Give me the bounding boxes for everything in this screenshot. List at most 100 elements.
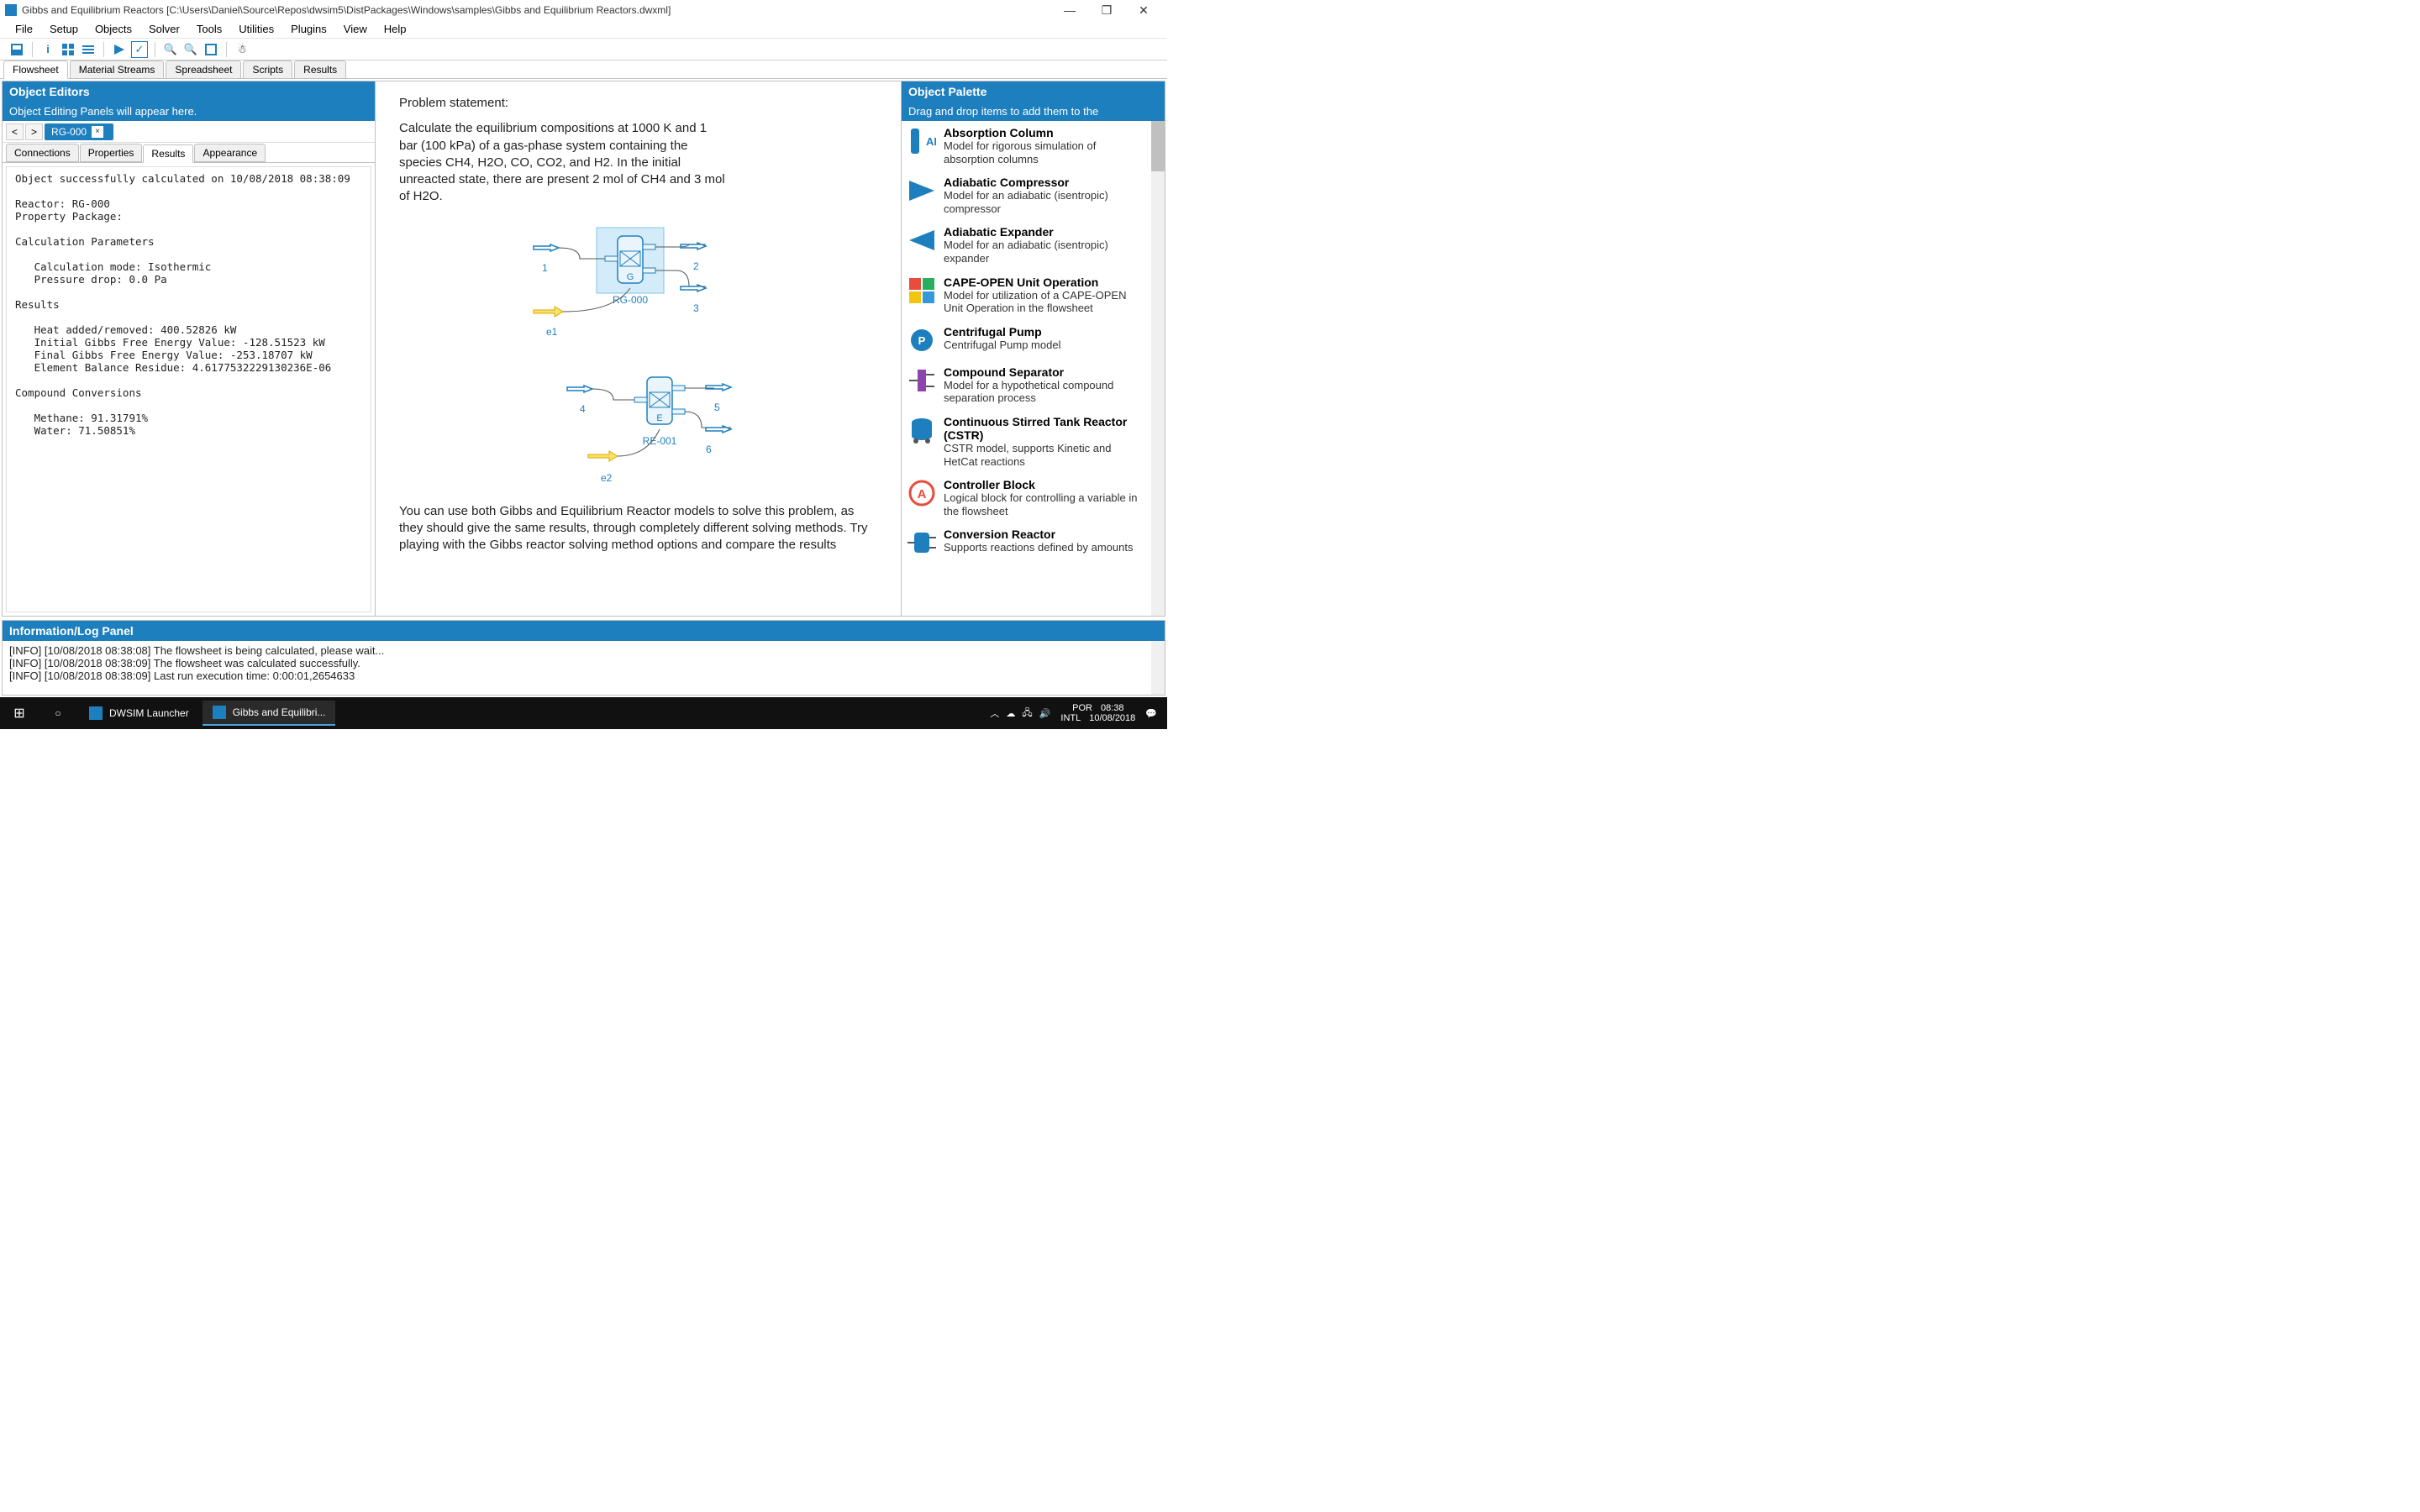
info-icon[interactable]: i: [39, 41, 56, 58]
zoom-in-icon[interactable]: 🔍: [162, 41, 179, 58]
cortana-button[interactable]: ○: [39, 697, 77, 729]
stream-6-arrow[interactable]: [685, 412, 731, 433]
svg-text:P: P: [918, 334, 926, 347]
palette-item-icon: [907, 225, 937, 255]
palette-item[interactable]: Continuous Stirred Tank Reactor (CSTR) C…: [902, 410, 1165, 473]
palette-item-icon: P: [907, 325, 937, 355]
subtab-connections[interactable]: Connections: [6, 144, 79, 162]
tab-material-streams[interactable]: Material Streams: [70, 60, 165, 78]
log-line: [INFO] [10/08/2018 08:38:08] The flowshe…: [9, 644, 1158, 657]
svg-text:E: E: [656, 413, 662, 423]
taskbar-app-gibbs[interactable]: Gibbs and Equilibri...: [203, 701, 336, 726]
play-icon[interactable]: [111, 41, 128, 58]
nav-prev-button[interactable]: <: [6, 123, 24, 140]
tray-lang-clock[interactable]: POR08:38 INTL10/08/2018: [1057, 703, 1139, 723]
svg-text:A: A: [918, 487, 927, 501]
reactor-re001-block[interactable]: E: [634, 377, 685, 424]
menu-file[interactable]: File: [7, 21, 41, 37]
tray-onedrive-icon[interactable]: ☁: [1006, 708, 1015, 719]
object-editors-panel: Object Editors Object Editing Panels wil…: [3, 81, 376, 616]
subtab-results[interactable]: Results: [143, 144, 193, 163]
object-tab-rg000[interactable]: RG-000 ×: [45, 123, 113, 140]
subtab-appearance[interactable]: Appearance: [194, 144, 266, 162]
palette-item-icon: CAPE-OPEN: [907, 276, 937, 306]
palette-item-title: Adiabatic Expander: [944, 225, 1148, 239]
tray-action-center-icon[interactable]: 💬: [1145, 708, 1157, 719]
menu-tools[interactable]: Tools: [188, 21, 230, 37]
log-content[interactable]: [INFO] [10/08/2018 08:38:08] The flowshe…: [3, 641, 1165, 695]
save-icon[interactable]: [8, 41, 25, 58]
object-tab-close-icon[interactable]: ×: [92, 126, 103, 138]
palette-item-icon: [907, 415, 937, 445]
menu-plugins[interactable]: Plugins: [282, 21, 335, 37]
check-icon[interactable]: ✓: [131, 41, 148, 58]
snowman-icon[interactable]: ☃: [234, 41, 250, 58]
menu-help[interactable]: Help: [376, 21, 415, 37]
tab-flowsheet[interactable]: Flowsheet: [3, 60, 68, 79]
palette-item-title: Conversion Reactor: [944, 528, 1148, 541]
palette-item[interactable]: Conversion Reactor Supports reactions de…: [902, 522, 1165, 563]
palette-item[interactable]: CAPE-OPEN CAPE-OPEN Unit Operation Model…: [902, 270, 1165, 320]
tab-spreadsheet[interactable]: Spreadsheet: [166, 60, 241, 78]
subtab-properties[interactable]: Properties: [80, 144, 143, 162]
stream-3-label: 3: [693, 302, 699, 314]
zoom-out-icon[interactable]: 🔍: [182, 41, 199, 58]
menu-objects[interactable]: Objects: [87, 21, 140, 37]
palette-item[interactable]: A Controller Block Logical block for con…: [902, 473, 1165, 522]
palette-item[interactable]: Compound Separator Model for a hypotheti…: [902, 360, 1165, 410]
menu-setup[interactable]: Setup: [41, 21, 87, 37]
reactor-2-name: RE-001: [642, 435, 676, 447]
tab-scripts[interactable]: Scripts: [243, 60, 292, 78]
tab-results[interactable]: Results: [294, 60, 346, 78]
palette-item-desc: Supports reactions defined by amounts: [944, 541, 1148, 554]
palette-item-desc: Model for an adiabatic (isentropic) comp…: [944, 189, 1148, 215]
object-palette-panel: Object Palette Drag and drop items to ad…: [901, 81, 1165, 616]
reactor-diagram-2[interactable]: 4 E RE-001 5: [513, 362, 765, 496]
object-editors-header: Object Editors: [3, 81, 375, 102]
nav-next-button[interactable]: >: [25, 123, 43, 140]
close-button[interactable]: ✕: [1125, 0, 1162, 20]
palette-item[interactable]: AB Absorption Column Model for rigorous …: [902, 121, 1165, 171]
tray-volume-icon[interactable]: 🔊: [1039, 708, 1051, 719]
stream-4-arrow[interactable]: [567, 386, 639, 400]
object-tab-label: RG-000: [51, 126, 87, 138]
palette-item-title: Continuous Stirred Tank Reactor (CSTR): [944, 415, 1148, 442]
results-text-area[interactable]: Object successfully calculated on 10/08/…: [6, 166, 371, 612]
palette-item[interactable]: Adiabatic Compressor Model for an adiaba…: [902, 171, 1165, 220]
taskbar-app-dwsim-launcher[interactable]: DWSIM Launcher: [79, 701, 199, 726]
palette-item-desc: CSTR model, supports Kinetic and HetCat …: [944, 442, 1148, 468]
tray-network-icon[interactable]: 🖧: [1022, 706, 1032, 722]
menu-utilities[interactable]: Utilities: [230, 21, 282, 37]
object-palette-subheader: Drag and drop items to add them to the: [902, 102, 1165, 121]
menu-view[interactable]: View: [335, 21, 376, 37]
log-scrollbar[interactable]: [1151, 641, 1165, 695]
log-line: [INFO] [10/08/2018 08:38:09] The flowshe…: [9, 657, 1158, 669]
stream-1-arrow[interactable]: [534, 244, 605, 259]
problem-title: Problem statement:: [399, 95, 877, 112]
windows-taskbar: ⊞ ○ DWSIM Launcher Gibbs and Equilibri..…: [0, 697, 1167, 729]
palette-item-title: Controller Block: [944, 478, 1148, 491]
maximize-button[interactable]: ❐: [1088, 0, 1125, 20]
reactor-diagram-1[interactable]: 1 G RG-000 2: [513, 221, 765, 355]
stream-1-label: 1: [542, 262, 548, 274]
palette-scrollbar[interactable]: [1151, 121, 1165, 616]
flowsheet-canvas[interactable]: Problem statement: Calculate the equilib…: [376, 81, 901, 616]
palette-item-title: Centrifugal Pump: [944, 325, 1148, 339]
start-button[interactable]: ⊞: [0, 697, 39, 729]
fit-icon[interactable]: [203, 41, 219, 58]
minimize-button[interactable]: —: [1051, 0, 1088, 20]
log-line: [INFO] [10/08/2018 08:38:09] Last run ex…: [9, 669, 1158, 682]
tray-chevron-icon[interactable]: ︿: [990, 706, 999, 720]
log-panel: Information/Log Panel [INFO] [10/08/2018…: [2, 620, 1165, 696]
grid-icon[interactable]: [60, 41, 76, 58]
stream-5-arrow[interactable]: [685, 384, 731, 391]
log-header: Information/Log Panel: [3, 621, 1165, 641]
palette-item-desc: Model for an adiabatic (isentropic) expa…: [944, 239, 1148, 265]
system-tray[interactable]: ︿ ☁ 🖧 🔊 POR08:38 INTL10/08/2018 💬: [980, 703, 1167, 723]
app-icon: [5, 4, 17, 16]
sliders-icon[interactable]: [80, 41, 97, 58]
palette-item-title: Absorption Column: [944, 126, 1148, 139]
palette-item[interactable]: Adiabatic Expander Model for an adiabati…: [902, 220, 1165, 270]
menu-solver[interactable]: Solver: [140, 21, 188, 37]
palette-item[interactable]: P Centrifugal Pump Centrifugal Pump mode…: [902, 320, 1165, 360]
